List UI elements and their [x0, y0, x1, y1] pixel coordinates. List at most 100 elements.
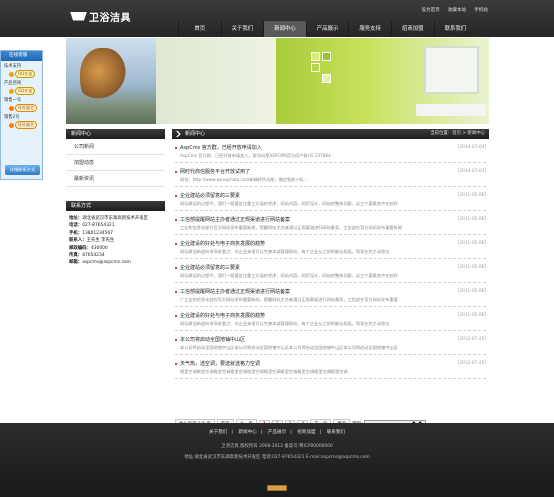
bookmark-link[interactable]: 收藏本站 [448, 7, 466, 13]
news-title-link[interactable]: 工信部提醒网站主办者通过正规渠道进行网站备案 [175, 288, 290, 295]
footer-link-products[interactable]: 产品展示 [268, 430, 286, 435]
main-title: 新闻中心 [185, 131, 206, 137]
top-header: 卫浴洁具 设为首页 收藏本站 手机站 首页 关于我们 新闻中心 产品展示 服务支… [0, 0, 554, 37]
top-links: 设为首页 收藏本站 手机站 [421, 7, 488, 13]
news-title-link[interactable]: 天气热，选空调，要选就选格力空调 [175, 360, 260, 367]
wall-image [156, 38, 276, 124]
footer-link-contact[interactable]: 联系我们 [327, 430, 345, 435]
wangwang-message-button[interactable]: 旺旺留言 [9, 104, 40, 112]
news-date: [2011-05-06] [457, 265, 486, 270]
news-summary: AspCms 官方群，已经开放申请加入，群号码是ASPCMS官方用户群(4) 2… [180, 153, 331, 158]
sink-image [416, 104, 486, 116]
news-title-link[interactable]: 工信部提醒网站主办者通过正规渠道进行网站备案 [175, 216, 290, 223]
left-column: 新闻中心 公司新闻 加盟动态 最新资讯 联系方式 地址：湖北省武汉市东湖高新技术… [66, 129, 165, 271]
footer-link-about[interactable]: 关于我们 [209, 430, 227, 435]
bathtub-icon [70, 11, 87, 21]
contact-line: 邮政编码：430000 [69, 245, 108, 251]
news-summary: 网站建设新趋向市场各要点：对企业来说可以完善本部管理网站，每个企业从之前的被动局… [180, 249, 390, 254]
news-title-link[interactable]: 企业建站必须留意的三要素 [175, 264, 240, 271]
service-label: 销售一号 [4, 98, 22, 103]
service-label: 产品咨询 [4, 81, 22, 86]
contact-title: 联系方式 [66, 201, 165, 211]
breadcrumb[interactable]: 当前位置：首页 > 新闻中心 [430, 129, 485, 139]
news-title-link[interactable]: 企业建设的好处与电子商务发展的趋势 [175, 312, 265, 319]
tile-shape [311, 52, 320, 61]
main-content: 新闻中心 当前位置：首页 > 新闻中心 AspCms 官方群，已经开放申请加入 [… [172, 129, 489, 379]
nav-home[interactable]: 首页 [178, 21, 221, 37]
news-summary: 网址：http://www.wangshida.com新精特色功能：微信智能>科… [180, 177, 308, 182]
news-date: [2011-05-06] [457, 217, 486, 222]
menu-item-franchise-news[interactable]: 加盟动态 [66, 155, 165, 171]
news-summary: 工业和信息化部在官方网站发布重要新闻，提醒网站主办者通过正规渠道进行网站备案，工… [180, 225, 402, 230]
online-service-title: 在线客服 [1, 51, 42, 61]
tree-image [80, 48, 126, 106]
contact-line: 手机：13801234567 [69, 230, 113, 236]
nav-franchise[interactable]: 招商加盟 [390, 21, 434, 37]
main-header: 新闻中心 当前位置：首页 > 新闻中心 [172, 129, 489, 139]
news-summary: 网站建设新趋向市场各要点：对企业来说可以完善本部管理网站，每个企业从之前的被动局… [180, 321, 390, 326]
footer-copyright: 卫浴洁具 版权所有 2008-2012 备案号:粤ICP00000000 [221, 444, 333, 449]
footer-links: 关于我们 | 新闻中心 | 产品展示 | 招商加盟 | 联系我们 [208, 430, 345, 435]
main-nav: 首页 关于我们 新闻中心 产品展示 服务支持 招商加盟 联系我们 [178, 21, 476, 37]
footer-link-franchise[interactable]: 招商加盟 [297, 430, 315, 435]
wangwang-icon [9, 105, 14, 111]
service-label: 技术支持 [4, 64, 22, 69]
logo-text: 卫浴洁具 [89, 12, 131, 24]
news-title-link[interactable]: 网时代商信服务平台开放试用了 [175, 168, 250, 175]
tile-shape [322, 74, 331, 83]
list-item: 工信部提醒网站主办者通过正规渠道进行网站备案 [2011-05-06] 工业和信息化… [175, 211, 486, 235]
contact-line: 传真：87654234 [69, 253, 105, 259]
mirror-image [424, 46, 479, 94]
nav-news[interactable]: 新闻中心 [263, 21, 306, 37]
tile-shape [322, 52, 331, 61]
news-summary: 格里空调格里空调格里空调格里空调格里空调格里空调格里空调格里空调格里空调格里空调 [180, 369, 348, 374]
list-item: 企业建设的好处与电子商务发展的趋势 [2011-05-06] 网站建设新趋向市场各要… [175, 235, 486, 259]
footer-link-news[interactable]: 新闻中心 [238, 430, 256, 435]
nav-contact[interactable]: 联系我们 [433, 21, 477, 37]
news-date: [2012-07-25] [457, 337, 486, 342]
news-summary: 广工业和信息化部在官方网站发布重要新闻，提醒网站主办者通过正规渠道进行网站备案，… [180, 297, 398, 302]
news-title-link[interactable]: AspCms 官方群，已经开放申请加入 [175, 144, 262, 151]
list-item: AspCms 官方群，已经开放申请加入 [2014-07-04] AspCms 官方… [175, 139, 486, 163]
wangwang-icon [9, 122, 14, 128]
contact-details-button[interactable]: 详细联系方式 [5, 165, 40, 175]
menu-item-latest-info[interactable]: 最新资讯 [66, 171, 165, 187]
list-item: 企业建站必须留意的三要素 [2011-05-06] 网站建设的过程中，我们一般要会注… [175, 187, 486, 211]
qq-icon [9, 71, 14, 77]
qq-chat-button[interactable]: QQ交谈 [9, 70, 40, 78]
list-item: 企业建站必须留意的三要素 [2011-05-06] 网站建设的过程中，我们一般要会注… [175, 259, 486, 283]
qq-chat-button[interactable]: QQ交谈 [9, 87, 40, 95]
stats-badge[interactable] [267, 485, 287, 491]
site-logo[interactable]: 卫浴洁具 [70, 9, 131, 24]
news-list: AspCms 官方群，已经开放申请加入 [2014-07-04] AspCms 官方… [172, 139, 489, 379]
list-item: 工信部提醒网站主办者通过正规渠道进行网站备案 [2011-05-06] 广工业和信息… [175, 283, 486, 307]
nav-service[interactable]: 服务支持 [348, 21, 391, 37]
wangwang-message-button[interactable]: 旺旺留言 [9, 121, 40, 129]
list-item: 企业建设的好处与电子商务发展的趋势 [2011-05-06] 网站建设新趋向市场各要… [175, 307, 486, 331]
news-title-link[interactable]: 企业建站必须留意的三要素 [175, 192, 240, 199]
news-date: [2011-05-06] [457, 313, 486, 318]
tile-shape [311, 63, 320, 72]
contact-line: 联系人：王先生 李先生 [69, 238, 115, 244]
news-title-link[interactable]: 本公司将启动全国地铺中山区 [175, 336, 245, 343]
news-date: [2011-05-06] [457, 241, 486, 246]
nav-about[interactable]: 关于我们 [220, 21, 264, 37]
list-item: 本公司将启动全国地铺中山区 [2012-07-25] 本公司将启动全国地铺中山区本公… [175, 331, 486, 355]
news-menu: 新闻中心 公司新闻 加盟动态 最新资讯 [66, 129, 165, 187]
news-date: [2014-07-03] [457, 169, 486, 174]
news-date: [2011-05-06] [457, 289, 486, 294]
menu-item-company-news[interactable]: 公司新闻 [66, 139, 165, 155]
news-summary: 网站建设的过程中，我们一般要会注重三方面的考虑：网站内容，网页设计，网站的整体功… [180, 201, 398, 206]
news-summary: 网站建设的过程中，我们一般要会注重三方面的考虑：网站内容，网页设计，网站的整体功… [180, 273, 398, 278]
contact-line: 地址：湖北省武汉市东湖高新技术开发区 [69, 216, 149, 221]
qq-icon [9, 88, 14, 94]
news-menu-title: 新闻中心 [66, 129, 165, 139]
site-footer: 关于我们 | 新闻中心 | 产品展示 | 招商加盟 | 联系我们 卫浴洁具 版权所有 2… [0, 423, 554, 497]
news-summary: 本公司将启动全国地铺中山区本公司将启动全国地铺中山区本公司将启动全国地铺中山区本… [180, 345, 398, 350]
mobile-site-link[interactable]: 手机站 [474, 7, 488, 13]
news-title-link[interactable]: 企业建设的好处与电子商务发展的趋势 [175, 240, 265, 247]
set-homepage-link[interactable]: 设为首页 [421, 7, 439, 13]
double-arrow-icon [176, 131, 181, 137]
hero-banner [66, 38, 489, 124]
nav-products[interactable]: 产品展示 [305, 21, 349, 37]
